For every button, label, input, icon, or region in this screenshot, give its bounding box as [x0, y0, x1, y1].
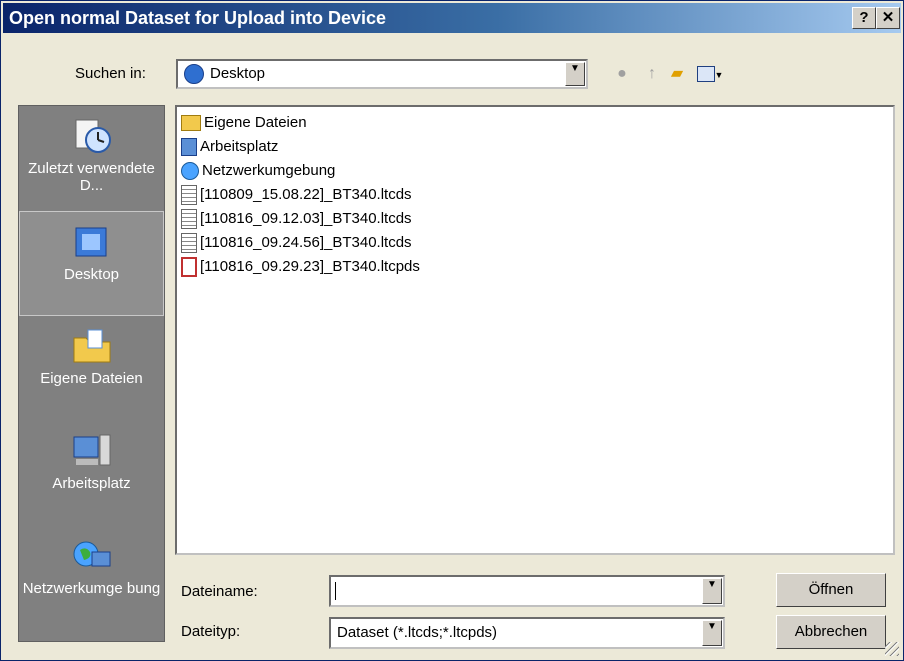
place-my-computer[interactable]: Arbeitsplatz [19, 421, 164, 526]
data-file-icon [181, 257, 197, 278]
resize-grip-icon[interactable] [885, 642, 899, 656]
list-item[interactable]: [110816_09.24.56]_BT340.ltcds [181, 231, 412, 255]
list-item[interactable]: [110816_09.12.03]_BT340.ltcds [181, 207, 412, 231]
my-computer-icon [73, 434, 110, 466]
file-name: [110816_09.12.03]_BT340.ltcds [200, 210, 412, 227]
place-network-label: Netzwerkumge bung [22, 580, 161, 597]
title-bar[interactable]: Open normal Dataset for Upload into Devi… [3, 3, 901, 33]
place-my-documents-label: Eigene Dateien [40, 370, 143, 387]
document-icon [181, 185, 197, 206]
desktop-icon [75, 227, 106, 257]
place-desktop[interactable]: Desktop [19, 211, 164, 316]
places-bar: Zuletzt verwendete D... Desktop Eigene D… [18, 105, 165, 642]
close-button[interactable]: ✕ [876, 7, 900, 29]
place-recent[interactable]: Zuletzt verwendete D... [19, 106, 164, 211]
back-icon[interactable]: ● [611, 63, 633, 85]
help-button[interactable]: ? [852, 7, 876, 29]
file-name: [110809_15.08.22]_BT340.ltcds [200, 186, 412, 203]
new-folder-icon[interactable]: ▰ [666, 63, 688, 85]
list-item[interactable]: [110816_09.29.23]_BT340.ltcpds [181, 255, 420, 279]
chevron-down-icon[interactable]: ▼ [702, 578, 722, 604]
window-title: Open normal Dataset for Upload into Devi… [9, 8, 387, 28]
place-network[interactable]: Netzwerkumge bung [19, 526, 164, 631]
list-item[interactable]: Netzwerkumgebung [181, 159, 335, 183]
cancel-button[interactable]: Abbrechen [776, 615, 886, 649]
list-item[interactable]: [110809_15.08.22]_BT340.ltcds [181, 183, 412, 207]
document-icon [181, 233, 197, 254]
recent-icon [75, 119, 111, 153]
computer-icon [181, 138, 197, 157]
list-item[interactable]: Arbeitsplatz [181, 135, 278, 159]
file-name: [110816_09.24.56]_BT340.ltcds [200, 234, 412, 251]
list-item[interactable]: Eigene Dateien [181, 111, 307, 135]
desktop-icon [184, 64, 204, 84]
folder-icon [181, 115, 201, 132]
my-documents-icon [73, 329, 110, 363]
up-folder-icon[interactable]: ↑ [641, 63, 663, 85]
place-my-computer-label: Arbeitsplatz [52, 475, 131, 492]
file-list[interactable]: Eigene Dateien Arbeitsplatz Netzwerkumge… [175, 105, 895, 555]
view-menu-icon[interactable]: ▼ [694, 63, 726, 85]
place-desktop-label: Desktop [63, 266, 120, 283]
file-name: Netzwerkumgebung [202, 162, 336, 179]
filetype-value: Dataset (*.ltcds;*.ltcpds) [337, 624, 498, 641]
file-name: Eigene Dateien [204, 114, 307, 131]
filename-input[interactable]: ▼ [329, 575, 725, 607]
lookin-label: Suchen in: [75, 65, 146, 82]
lookin-combo[interactable]: Desktop ▼ [176, 59, 588, 89]
network-icon [181, 162, 199, 181]
network-icon [73, 541, 110, 567]
filetype-label: Dateityp: [181, 623, 241, 640]
file-name: [110816_09.29.23]_BT340.ltcpds [200, 258, 420, 275]
open-file-dialog: Open normal Dataset for Upload into Devi… [0, 0, 904, 661]
place-my-documents[interactable]: Eigene Dateien [19, 316, 164, 421]
filetype-select[interactable]: Dataset (*.ltcds;*.ltcpds) ▼ [329, 617, 725, 649]
chevron-down-icon[interactable]: ▼ [565, 62, 585, 86]
document-icon [181, 209, 197, 230]
lookin-value: Desktop [210, 65, 266, 82]
file-name: Arbeitsplatz [200, 138, 279, 155]
place-recent-label: Zuletzt verwendete D... [28, 160, 155, 194]
filename-label: Dateiname: [181, 583, 258, 600]
chevron-down-icon[interactable]: ▼ [702, 620, 722, 646]
open-button[interactable]: Öffnen [776, 573, 886, 607]
